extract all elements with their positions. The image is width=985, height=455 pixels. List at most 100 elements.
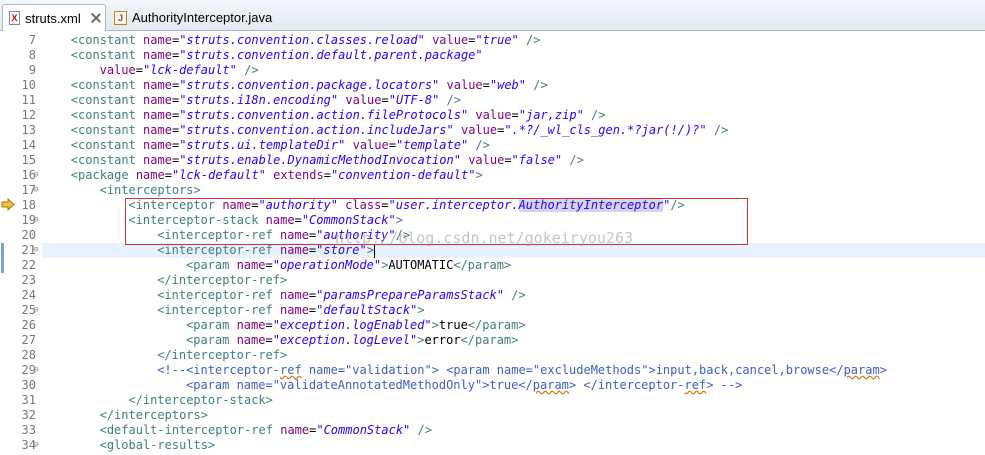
code-token: /> bbox=[439, 93, 461, 107]
code-text[interactable]: <constant name = "struts.enable.DynamicMet… bbox=[42, 153, 985, 168]
code-line[interactable]: 32 </interceptors> bbox=[0, 408, 985, 423]
code-token: = bbox=[511, 108, 519, 122]
code-text[interactable]: <param name="validateAnnotatedMethodOnly… bbox=[42, 378, 985, 393]
code-token: = bbox=[164, 168, 172, 182]
code-text[interactable]: <interceptor-ref name="paramsPreparePara… bbox=[42, 288, 985, 303]
code-token: value bbox=[352, 138, 389, 152]
code-token: name bbox=[143, 108, 172, 122]
code-line[interactable]: 34 ⊖ <global-results> bbox=[0, 438, 985, 453]
fold-toggle-icon[interactable]: ⊖ bbox=[31, 168, 41, 183]
code-token: name bbox=[143, 78, 172, 92]
code-line[interactable]: 18 <interceptor name="authority" class="u… bbox=[0, 197, 985, 213]
code-text[interactable]: <package name="lck-default" extends="con… bbox=[42, 168, 985, 183]
code-token: <interceptor-ref bbox=[157, 288, 281, 302]
code-text[interactable]: <interceptor-stack name="CommonStack"> bbox=[42, 213, 985, 228]
code-token: > bbox=[475, 168, 483, 182]
code-line[interactable]: 19 ⊖ <interceptor-stack name="CommonStack"… bbox=[0, 213, 985, 228]
code-line[interactable]: 15 <constant name = "struts.enable.DynamicM… bbox=[0, 153, 985, 168]
code-token: /> bbox=[395, 228, 411, 242]
code-line[interactable]: 7 <constant name="struts.convention.class… bbox=[0, 33, 985, 48]
code-token: "paramsPrepareParamsStack" bbox=[316, 288, 504, 302]
code-line[interactable]: 28 </interceptor-ref> bbox=[0, 348, 985, 363]
code-text[interactable]: <constant name="struts.convention.classe… bbox=[42, 33, 985, 48]
code-text[interactable]: <interceptor-ref name="store"> bbox=[42, 243, 985, 258]
code-token: "lck-default" bbox=[171, 168, 266, 182]
code-token: "struts.ui.templateDir" bbox=[179, 138, 346, 152]
code-token: true bbox=[438, 318, 468, 332]
code-line[interactable]: 24 <interceptor-ref name="paramsPreparePa… bbox=[0, 288, 985, 303]
code-text[interactable]: </interceptors> bbox=[42, 408, 985, 423]
code-line[interactable]: 25 ⊖ <interceptor-ref name="defaultStack"> bbox=[0, 303, 985, 318]
fold-toggle-icon[interactable]: ⊖ bbox=[31, 183, 41, 198]
code-text[interactable]: <constant name="struts.convention.action… bbox=[42, 123, 985, 138]
code-text[interactable]: <interceptor name="authority" class="use… bbox=[42, 198, 985, 213]
line-number: 15 bbox=[21, 153, 36, 167]
code-token: > bbox=[366, 243, 374, 257]
line-number: 7 bbox=[28, 33, 36, 47]
code-line[interactable]: 11 <constant name = "struts.i18n.encoding" … bbox=[0, 93, 985, 108]
code-text[interactable]: <!--<interceptor-ref name="validation"> … bbox=[42, 363, 985, 378]
code-text[interactable]: <interceptor-ref name="authority"/> bbox=[42, 228, 985, 243]
code-line[interactable]: 12 <constant name = "struts.convention.acti… bbox=[0, 108, 985, 123]
line-number: 20 bbox=[21, 228, 36, 242]
code-text[interactable]: <param name="exception.logLevel">error</… bbox=[42, 333, 985, 348]
editor-tab-bar: X struts.xml J AuthorityInterceptor.java bbox=[0, 0, 985, 31]
code-line[interactable]: 8 <constant name="struts.convention.defau… bbox=[0, 48, 985, 63]
code-line[interactable]: 29 ⊖ <!--<interceptor-ref name="validation… bbox=[0, 363, 985, 378]
code-line[interactable]: 13 <constant name="struts.convention.acti… bbox=[0, 123, 985, 138]
tab-struts-xml[interactable]: X struts.xml bbox=[2, 4, 106, 31]
fold-toggle-icon[interactable]: ⊖ bbox=[31, 363, 41, 378]
tab-label: AuthorityInterceptor.java bbox=[132, 10, 273, 25]
code-token: > bbox=[417, 303, 425, 317]
code-line[interactable]: 30 <param name="validateAnnotatedMethodOn… bbox=[0, 378, 985, 393]
code-token: /> bbox=[583, 108, 606, 122]
code-line[interactable]: 27 <param name="exception.logLevel">error… bbox=[0, 333, 985, 348]
code-text[interactable]: <constant name="struts.convention.defaul… bbox=[42, 48, 985, 63]
code-line[interactable]: 9 value="lck-default" /> bbox=[0, 63, 985, 78]
code-token: <param bbox=[186, 333, 237, 347]
code-line[interactable]: 21 ⊖ <interceptor-ref name="store"> bbox=[0, 243, 985, 258]
java-file-icon: J bbox=[114, 10, 127, 25]
code-token: <constant bbox=[70, 108, 144, 122]
code-text[interactable]: <global-results> bbox=[42, 438, 985, 453]
code-line[interactable]: 20 <interceptor-ref name="authority"/> bbox=[0, 228, 985, 243]
code-token: <constant bbox=[70, 138, 144, 152]
code-text[interactable]: <constant name = "struts.convention.packag… bbox=[42, 78, 985, 93]
code-text[interactable]: </interceptor-stack> bbox=[42, 393, 985, 408]
code-text[interactable]: </interceptor-ref> bbox=[42, 348, 985, 363]
code-token: <param name="validateAnnotatedMethodOnly… bbox=[186, 378, 533, 392]
fold-toggle-icon[interactable]: ⊖ bbox=[31, 243, 41, 258]
code-line[interactable]: 17 ⊖ <interceptors> bbox=[0, 183, 985, 198]
code-line[interactable]: 26 <param name="exception.logEnabled">tru… bbox=[0, 318, 985, 333]
code-token: <constant bbox=[70, 93, 144, 107]
code-text[interactable]: <interceptors> bbox=[42, 183, 985, 198]
code-line[interactable]: 33 <default-interceptor-ref name="CommonS… bbox=[0, 423, 985, 438]
code-text[interactable]: <constant name = "struts.ui.templateDir" v… bbox=[42, 138, 985, 153]
code-line[interactable]: 14 <constant name = "struts.ui.templateDir"… bbox=[0, 138, 985, 153]
code-line[interactable]: 22 <param name="operationMode">AUTOMATIC<… bbox=[0, 258, 985, 273]
code-token: </interceptor-stack> bbox=[128, 393, 273, 407]
code-token: <global-results> bbox=[99, 438, 216, 452]
tab-authority-interceptor-java[interactable]: J AuthorityInterceptor.java bbox=[108, 4, 288, 31]
code-text[interactable]: <constant name="struts.convention.action… bbox=[42, 108, 985, 123]
code-line[interactable]: 16 ⊖ <package name="lck-default" extends="… bbox=[0, 168, 985, 183]
code-token: name bbox=[236, 318, 266, 332]
code-text[interactable]: <default-interceptor-ref name="CommonSta… bbox=[42, 423, 985, 438]
fold-toggle-icon[interactable]: ⊖ bbox=[31, 438, 41, 453]
code-text[interactable]: </interceptor-ref> bbox=[42, 273, 985, 288]
fold-toggle-icon[interactable]: ⊖ bbox=[31, 303, 41, 318]
code-token: error bbox=[424, 333, 461, 347]
close-icon[interactable] bbox=[91, 13, 99, 23]
code-text[interactable]: <constant name = "struts.i18n.encoding" va… bbox=[42, 93, 985, 108]
code-token: "CommonStack" bbox=[301, 213, 396, 227]
code-line[interactable]: 31 </interceptor-stack> bbox=[0, 393, 985, 408]
code-text[interactable]: <interceptor-ref name="defaultStack"> bbox=[42, 303, 985, 318]
code-editor[interactable]: 7 <constant name="struts.convention.class… bbox=[0, 31, 985, 455]
code-line[interactable]: 23 </interceptor-ref> bbox=[0, 273, 985, 288]
code-line[interactable]: 10 <constant name = "struts.convention.pack… bbox=[0, 78, 985, 93]
code-text[interactable]: value="lck-default" /> bbox=[42, 63, 985, 78]
fold-toggle-icon[interactable]: ⊖ bbox=[31, 213, 41, 228]
code-text[interactable]: <param name="operationMode">AUTOMATIC</p… bbox=[42, 258, 985, 273]
code-token: value bbox=[446, 78, 483, 92]
code-text[interactable]: <param name="exception.logEnabled">true<… bbox=[42, 318, 985, 333]
